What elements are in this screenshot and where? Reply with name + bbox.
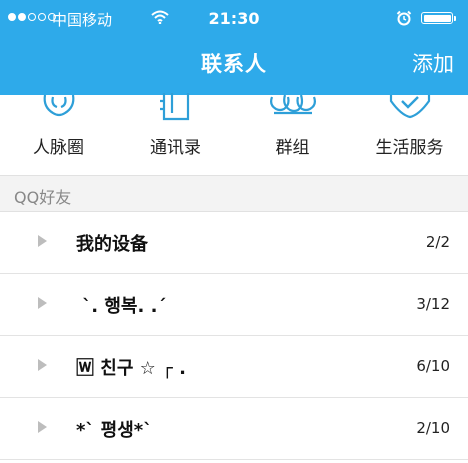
group-online-count: 6/10 <box>416 357 450 375</box>
entry-life-service[interactable]: 生活服务 <box>351 95 468 170</box>
group-online-count: 3/12 <box>416 295 450 313</box>
group-name: 我的设备 <box>76 234 148 255</box>
group-name: *` 평생*` <box>76 420 153 441</box>
friend-group-row[interactable]: 我的设备 2/2 <box>0 212 468 274</box>
life-service-icon <box>389 95 430 119</box>
entry-address-book[interactable]: 通讯录 <box>117 93 234 170</box>
entry-label: 群组 <box>275 138 310 158</box>
expand-arrow-icon <box>38 359 47 371</box>
alarm-icon <box>396 10 412 30</box>
entry-label: 通讯录 <box>150 138 201 158</box>
friend-group-row[interactable]: `. 행복. .´ 3/12 <box>0 274 468 336</box>
friend-group-row[interactable]: 🅆 친구 ☆ ┌ . 6/10 <box>0 336 468 398</box>
battery-icon <box>421 12 456 24</box>
group-online-count: 2/2 <box>425 233 450 251</box>
expand-arrow-icon <box>38 297 47 309</box>
add-button[interactable]: 添加 <box>412 48 454 78</box>
entry-label: 人脉圈 <box>33 138 84 158</box>
address-book-icon <box>159 93 189 121</box>
header-bar: 中国移动 21:30 联系人 添加 <box>0 0 468 95</box>
entry-network-circle[interactable]: 人脉圈 <box>0 94 117 170</box>
section-title: QQ好友 <box>14 188 72 207</box>
page-title: 联系人 <box>201 52 267 76</box>
expand-arrow-icon <box>38 421 47 433</box>
entry-groups[interactable]: 群组 <box>234 94 351 170</box>
expand-arrow-icon <box>38 235 47 247</box>
group-name: `. 행복. .´ <box>76 296 167 317</box>
status-bar: 中国移动 21:30 <box>0 0 468 36</box>
group-icon <box>269 94 316 115</box>
entry-label: 生活服务 <box>375 138 444 158</box>
friend-group-row[interactable]: *` 평생*` 2/10 <box>0 398 468 460</box>
group-online-count: 2/10 <box>416 419 450 437</box>
quick-entry-bar: 人脉圈 通讯录 群组 生活服务 <box>0 93 468 170</box>
group-name: 🅆 친구 ☆ ┌ . <box>76 358 186 379</box>
section-header-qq-friends: QQ好友 <box>0 175 468 212</box>
network-circle-icon <box>43 94 74 117</box>
